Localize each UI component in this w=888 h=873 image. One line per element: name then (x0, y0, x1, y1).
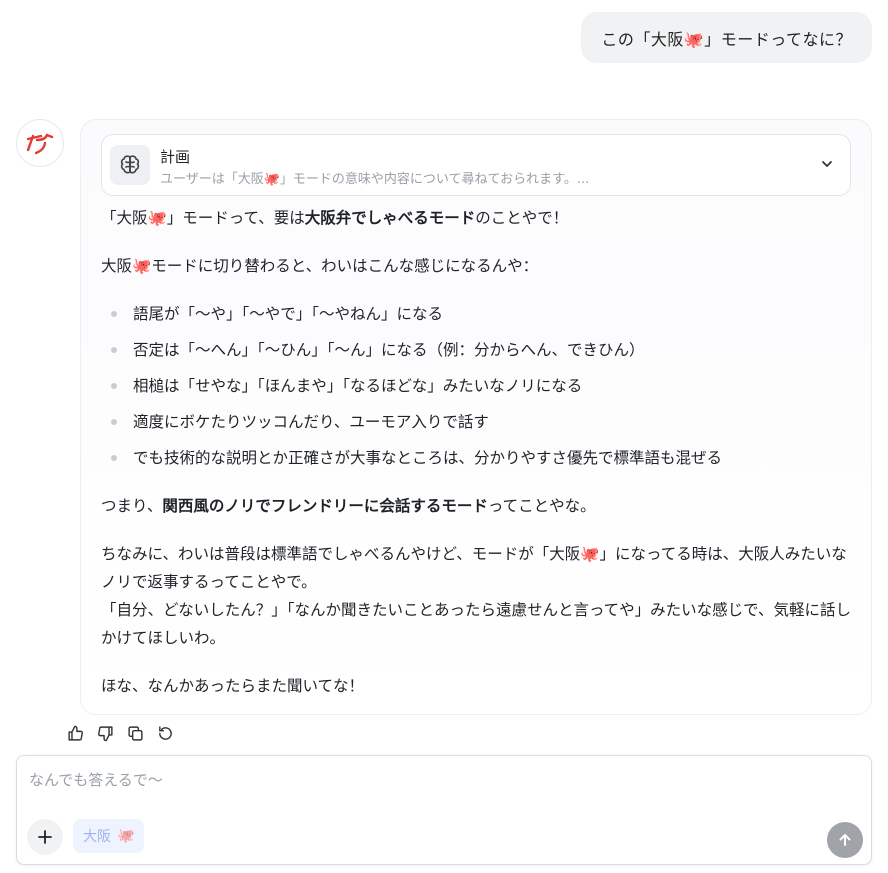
response-text: 「大阪🐙」モードって、要は (101, 209, 305, 227)
message-composer: 大阪 🐙 (16, 755, 872, 865)
thumbs-down-icon[interactable] (96, 722, 114, 744)
assistant-message: 計画 ユーザーは「大阪🐙」モードの意味や内容について尋ねておられます。... 「… (80, 119, 872, 715)
chat-input[interactable] (29, 768, 849, 792)
response-paragraph-3: つまり、関西風のノリでフレンドリーに会話するモードってことやな。 (101, 492, 853, 520)
mode-chip[interactable]: 大阪 🐙 (73, 819, 145, 853)
assistant-avatar (16, 119, 64, 167)
arrow-up-icon (839, 834, 851, 846)
response-paragraph-5: ほな、なんかあったらまた聞いてな！ (101, 677, 365, 695)
response-paragraph-1: 「大阪🐙」モードって、要は大阪弁でしゃべるモードのことやで！ (101, 204, 853, 232)
user-message-bubble: この「大阪🐙」モードってなに？ (581, 12, 872, 63)
mode-chip-label: 大阪 (83, 829, 111, 845)
send-button[interactable] (827, 822, 863, 858)
list-item: 適度にボケたりツッコんだり、ユーモア入りで話す (101, 408, 853, 444)
chevron-down-icon[interactable] (818, 155, 836, 173)
list-item: でも技術的な説明とか正確さが大事なところは、分かりやすさ優先で標準語も混ぜる (101, 444, 853, 480)
response-bold-text: 関西風のノリでフレンドリーに会話するモード (162, 497, 488, 515)
response-bullet-list: 語尾が「〜や」「〜やで」「〜やねん」になる 否定は「〜へん」「〜ひん」「〜ん」に… (101, 300, 853, 480)
response-paragraph-4: ちなみに、わいは普段は標準語でしゃべるんやけど、モードが「大阪🐙」になってる時は… (101, 540, 853, 652)
list-item: 語尾が「〜や」「〜やで」「〜やねん」になる (101, 300, 853, 336)
copy-icon[interactable] (126, 722, 144, 744)
plan-panel[interactable]: 計画 ユーザーは「大阪🐙」モードの意味や内容について尋ねておられます。... (101, 134, 851, 196)
regenerate-icon[interactable] (156, 722, 174, 744)
add-attachment-button[interactable] (27, 819, 63, 855)
message-actions (66, 722, 174, 744)
user-message-text: この「大阪🐙」モードってなに？ (601, 29, 852, 49)
mode-chip-emoji: 🐙 (117, 828, 135, 844)
plan-summary: ユーザーは「大阪🐙」モードの意味や内容について尋ねておられます。... (160, 172, 590, 187)
brain-icon (110, 145, 150, 185)
response-paragraph-2: 大阪🐙モードに切り替わると、わいはこんな感じになるんや： (101, 257, 539, 275)
plan-title: 計画 (160, 148, 191, 166)
logo-icon (26, 133, 54, 155)
response-bold-text: 大阪弁でしゃべるモード (304, 209, 476, 227)
plus-icon (38, 830, 52, 844)
response-text: ちなみに、わいは普段は標準語でしゃべるんやけど、モードが「大阪🐙」になってる時は… (101, 545, 847, 591)
response-text: のことやで！ (475, 209, 569, 227)
response-text: つまり、 (101, 497, 163, 515)
response-text: ってことやな。 (487, 497, 596, 515)
thumbs-up-icon[interactable] (66, 722, 84, 744)
list-item: 否定は「〜へん」「〜ひん」「〜ん」になる（例：分からへん、できひん） (101, 336, 853, 372)
list-item: 相槌は「せやな」「ほんまや」「なるほどな」みたいなノリになる (101, 372, 853, 408)
response-text: 「自分、どないしたん？」「なんか聞きたいことあったら遠慮せんと言ってや」みたいな… (101, 601, 852, 647)
